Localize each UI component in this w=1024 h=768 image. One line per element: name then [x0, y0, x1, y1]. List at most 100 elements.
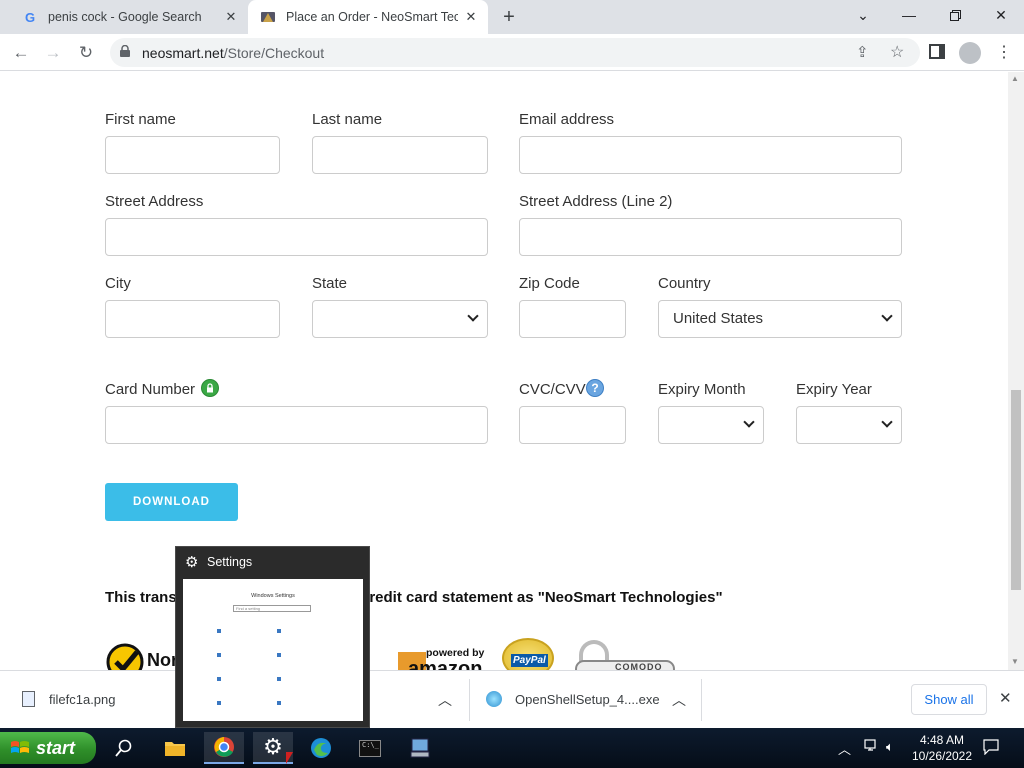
- tab-google-search[interactable]: G penis cock - Google Search ✕: [0, 0, 248, 34]
- cvc-label: CVC/CVV: [519, 381, 586, 398]
- expiry-month-label: Expiry Month: [658, 381, 746, 398]
- forward-button[interactable]: →: [40, 40, 66, 66]
- start-button[interactable]: start: [0, 732, 96, 764]
- state-label: State: [312, 275, 348, 292]
- city-input[interactable]: [105, 300, 280, 338]
- scroll-down-icon[interactable]: ▼: [1011, 657, 1019, 666]
- preview-window-title: Windows Settings: [251, 593, 295, 599]
- neosmart-icon: [260, 9, 276, 25]
- menu-dots-icon[interactable]: ⋮: [996, 42, 1012, 62]
- close-window-button[interactable]: ✕: [978, 0, 1024, 30]
- download-filename: filefc1a.png: [49, 692, 116, 707]
- reload-button[interactable]: ↻: [73, 40, 99, 66]
- city-label: City: [105, 275, 131, 292]
- amazon-badge: powered by amazon: [398, 646, 486, 670]
- chevron-down-icon: [467, 310, 479, 322]
- page-scrollbar[interactable]: ▲ ▼: [1008, 72, 1024, 670]
- volume-icon[interactable]: 🔈︎: [886, 739, 894, 755]
- country-label: Country: [658, 275, 711, 292]
- chrome-icon[interactable]: [204, 732, 244, 764]
- preview-item-icon: [217, 629, 221, 633]
- edge-icon[interactable]: [301, 732, 341, 764]
- profile-avatar-icon[interactable]: [959, 42, 981, 64]
- paypal-text: PayPal: [511, 654, 548, 667]
- street-address-2-input[interactable]: [519, 218, 902, 256]
- preview-item-icon: [217, 653, 221, 657]
- new-tab-button[interactable]: +: [496, 6, 522, 28]
- show-all-button[interactable]: Show all: [911, 684, 987, 715]
- minimize-button[interactable]: —: [886, 0, 932, 30]
- statement-text-right: credit card statement as "NeoSmart Techn…: [361, 589, 723, 606]
- tab-title: penis cock - Google Search: [48, 10, 202, 24]
- tab-strip: G penis cock - Google Search ✕ Place an …: [0, 0, 1024, 34]
- bookmark-star-icon[interactable]: ☆: [890, 42, 904, 62]
- settings-taskbar-preview[interactable]: ⚙ Settings Windows Settings Find a setti…: [175, 546, 370, 728]
- email-label: Email address: [519, 111, 615, 128]
- preview-title: Settings: [207, 555, 253, 569]
- email-input[interactable]: [519, 136, 902, 174]
- help-icon[interactable]: ?: [586, 379, 604, 397]
- chevron-down-icon: [743, 416, 755, 428]
- state-select[interactable]: [312, 300, 488, 338]
- expiry-year-label: Expiry Year: [796, 381, 872, 398]
- download-filename: OpenShellSetup_4....exe: [515, 692, 660, 707]
- url-text: neosmart.net/Store/Checkout: [142, 45, 324, 61]
- google-icon: G: [24, 9, 36, 25]
- start-label: start: [36, 737, 76, 758]
- preview-item-icon: [217, 701, 221, 705]
- settings-gear-icon: ⚙: [185, 554, 199, 571]
- card-number-input[interactable]: [105, 406, 488, 444]
- chevron-up-icon[interactable]: ︿: [438, 690, 452, 710]
- taskbar: start ⚙ C:\_ ︿ 🔈︎ 4:48 AM 10/26/2022: [0, 728, 1024, 768]
- cvc-input[interactable]: [519, 406, 626, 444]
- notifications-icon[interactable]: [983, 739, 999, 756]
- zip-code-label: Zip Code: [519, 275, 580, 292]
- tab-search-icon[interactable]: ⌄: [840, 0, 886, 30]
- clock[interactable]: 4:48 AM 10/26/2022: [908, 732, 976, 764]
- paypal-badge: PayPal: [502, 638, 554, 670]
- back-button[interactable]: ←: [8, 40, 34, 66]
- download-bar: filefc1a.png ︿ OpenShellSetup_4....exe ︿…: [0, 670, 1024, 728]
- statement-text-left: This transa: [105, 589, 186, 606]
- scrollbar-thumb[interactable]: [1011, 390, 1021, 590]
- show-hidden-icons-icon[interactable]: ︿: [838, 739, 851, 758]
- file-explorer-icon[interactable]: [155, 732, 195, 764]
- search-icon[interactable]: [104, 732, 144, 764]
- last-name-label: Last name: [312, 111, 383, 128]
- checkout-page: First name Last name Email address Stree…: [0, 72, 1008, 670]
- browser-toolbar: ← → ↻ neosmart.net/Store/Checkout ⇪ ☆ ⋮: [0, 34, 1024, 71]
- preview-window: Windows Settings Find a setting: [183, 579, 363, 721]
- close-icon[interactable]: ✕: [464, 10, 478, 24]
- openshell-icon: [486, 691, 502, 707]
- preview-item-icon: [277, 701, 281, 705]
- zip-code-input[interactable]: [519, 300, 626, 338]
- expiry-year-select[interactable]: [796, 406, 902, 444]
- close-download-bar-icon[interactable]: ✕: [999, 689, 1012, 707]
- close-icon[interactable]: ✕: [224, 10, 238, 24]
- card-number-label: Card Number: [105, 381, 196, 398]
- download-button[interactable]: DOWNLOAD: [105, 483, 238, 521]
- scroll-up-icon[interactable]: ▲: [1011, 74, 1019, 83]
- tab-place-order[interactable]: Place an Order - NeoSmart Techn ✕: [248, 0, 488, 34]
- chevron-down-icon: [881, 416, 893, 428]
- url-host: neosmart.net: [142, 45, 224, 61]
- expiry-month-select[interactable]: [658, 406, 764, 444]
- address-bar[interactable]: neosmart.net/Store/Checkout ⇪ ☆: [110, 38, 920, 67]
- first-name-input[interactable]: [105, 136, 280, 174]
- command-prompt-icon[interactable]: C:\_: [350, 732, 390, 764]
- tab-title: Place an Order - NeoSmart Techn: [286, 10, 458, 24]
- side-panel-icon[interactable]: [929, 44, 945, 59]
- restore-button[interactable]: [932, 0, 978, 30]
- share-icon[interactable]: ⇪: [856, 43, 869, 61]
- computer-icon[interactable]: [400, 732, 440, 764]
- network-icon[interactable]: [864, 739, 880, 753]
- last-name-input[interactable]: [312, 136, 488, 174]
- street-address-input[interactable]: [105, 218, 488, 256]
- chevron-up-icon[interactable]: ︿: [672, 690, 686, 710]
- norton-badge: Nort: [105, 640, 185, 670]
- divider: [701, 679, 702, 721]
- download-item-2[interactable]: OpenShellSetup_4....exe ︿: [470, 671, 700, 728]
- country-select[interactable]: United States: [658, 300, 902, 338]
- lock-icon: [120, 45, 130, 57]
- preview-item-icon: [277, 653, 281, 657]
